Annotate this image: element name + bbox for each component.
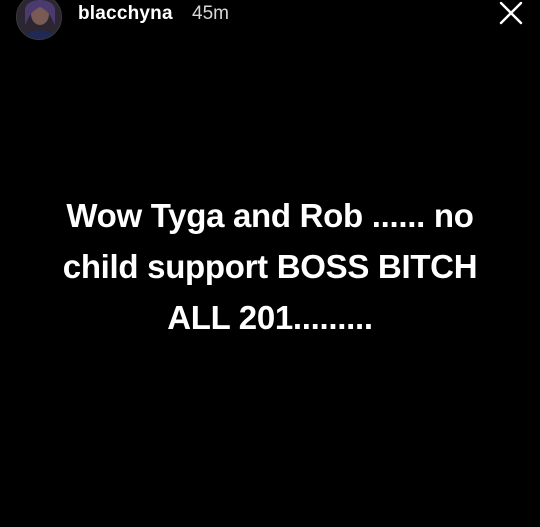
username[interactable]: blacchyna <box>78 2 173 26</box>
close-button[interactable] <box>496 0 526 28</box>
close-icon <box>499 1 523 25</box>
story-text-line: ALL 201......... <box>167 299 373 336</box>
avatar-image <box>17 0 61 39</box>
story-text-line: child support BOSS BITCH <box>62 248 478 285</box>
post-timestamp: 45m <box>192 3 229 24</box>
story-viewer[interactable]: blacchyna 45m Wow Tyga and Rob ...... no… <box>0 0 540 527</box>
story-text-line: Wow Tyga and Rob ...... no <box>66 197 474 234</box>
story-header: blacchyna 45m <box>0 0 540 44</box>
story-text: Wow Tyga and Rob ...... no child support… <box>0 190 540 343</box>
profile-avatar[interactable] <box>16 0 62 40</box>
